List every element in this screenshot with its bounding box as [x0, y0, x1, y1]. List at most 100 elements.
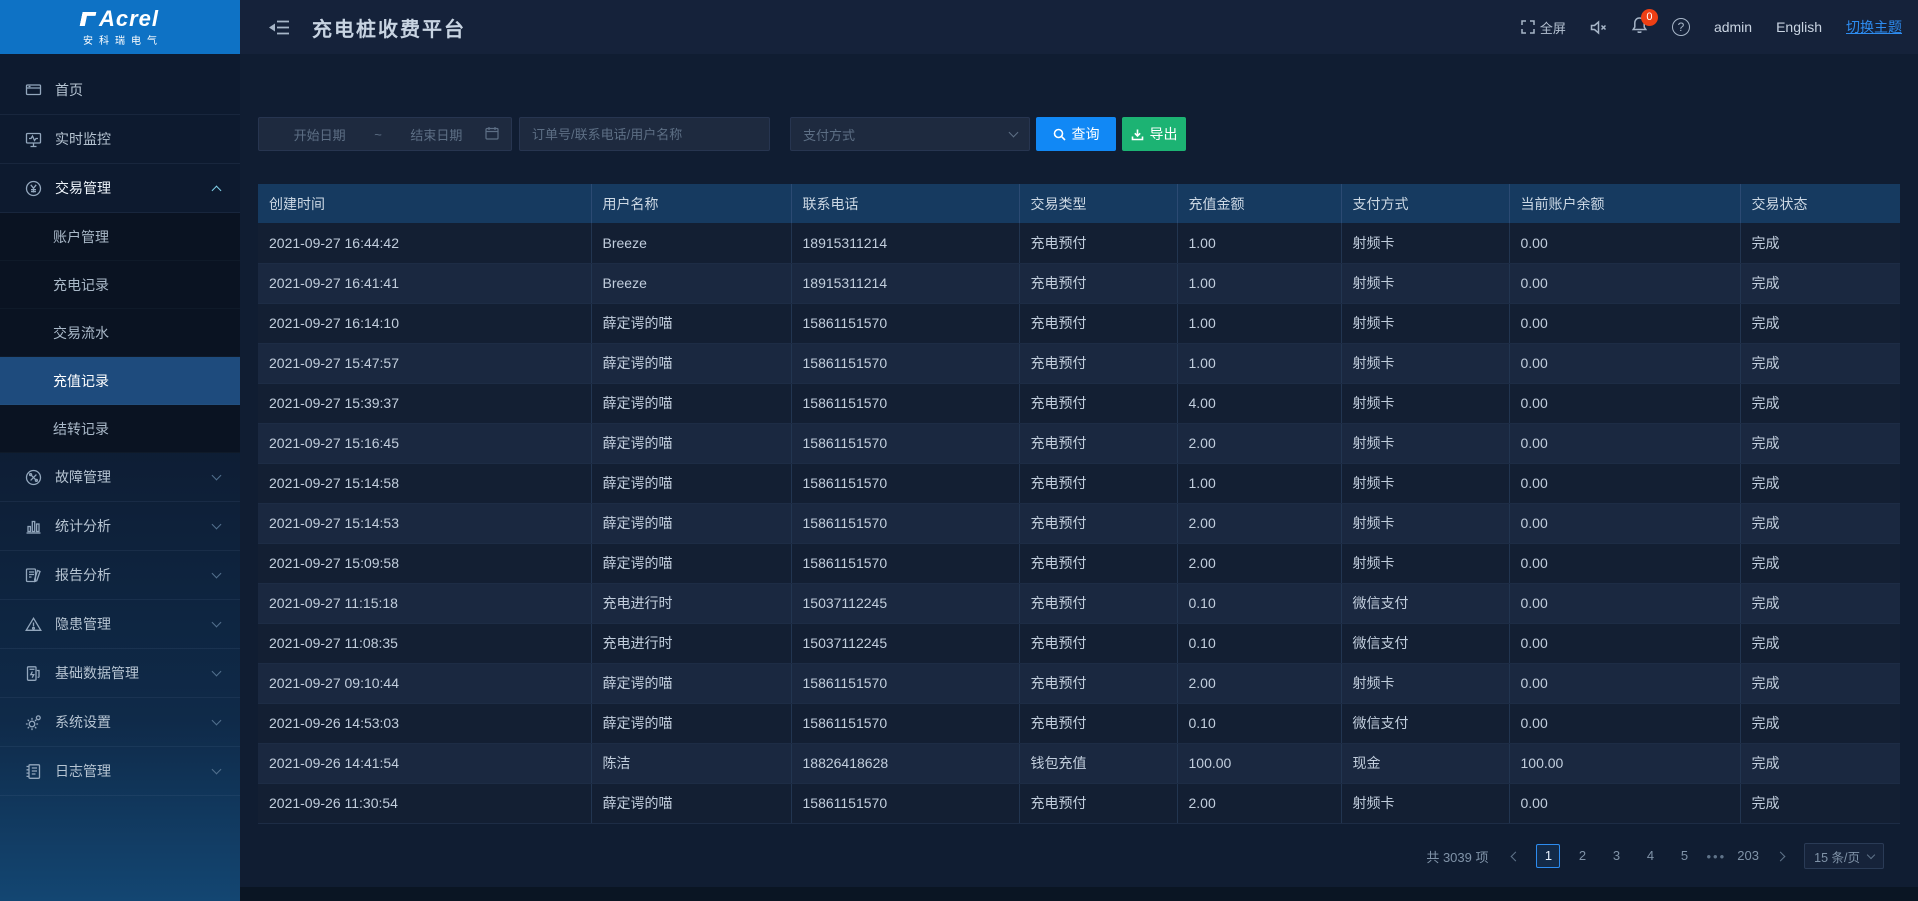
table-row[interactable]: 2021-09-27 16:14:10薛定谔的喵15861151570充电预付1… — [258, 303, 1900, 343]
cell-trade-type: 充电预付 — [1019, 783, 1177, 823]
column-header-trade-type: 交易类型 — [1019, 184, 1177, 223]
chevron-down-icon — [212, 470, 222, 480]
sidebar-subitem-account-management[interactable]: 账户管理 — [0, 213, 240, 261]
column-header-user-name: 用户名称 — [591, 184, 791, 223]
sidebar-collapse-icon[interactable] — [268, 19, 290, 36]
cell-user-name: 充电进行时 — [591, 583, 791, 623]
table-row[interactable]: 2021-09-26 14:41:54陈洁18826418628钱包充值100.… — [258, 743, 1900, 783]
table-row[interactable]: 2021-09-27 16:41:41Breeze18915311214充电预付… — [258, 263, 1900, 303]
search-icon — [1053, 128, 1066, 141]
stats-icon — [24, 517, 42, 535]
sidebar-item-label: 统计分析 — [55, 516, 111, 536]
fullscreen-button[interactable]: 全屏 — [1521, 18, 1566, 37]
page-number-2[interactable]: 2 — [1570, 844, 1594, 868]
table-row[interactable]: 2021-09-27 11:15:18充电进行时15037112245充电预付0… — [258, 583, 1900, 623]
acrel-logo-icon — [79, 12, 96, 26]
cell-create-time: 2021-09-26 14:41:54 — [258, 743, 591, 783]
cell-trade-type: 充电预付 — [1019, 303, 1177, 343]
table-row[interactable]: 2021-09-27 15:14:53薛定谔的喵15861151570充电预付2… — [258, 503, 1900, 543]
sidebar-item-label: 实时监控 — [55, 129, 111, 149]
cell-create-time: 2021-09-27 16:41:41 — [258, 263, 591, 303]
cell-create-time: 2021-09-27 15:14:58 — [258, 463, 591, 503]
date-separator: ~ — [368, 127, 388, 142]
sidebar-item-report-analysis[interactable]: 报告分析 — [0, 551, 240, 600]
cell-pay-method: 微信支付 — [1341, 623, 1509, 663]
fault-icon — [24, 468, 42, 486]
theme-switch-link[interactable]: 切换主题 — [1846, 17, 1902, 37]
date-start-placeholder[interactable]: 开始日期 — [271, 125, 368, 144]
notifications-button[interactable]: 0 — [1631, 16, 1648, 39]
pagination: 共 3039 项 12345•••203 15 条/页 — [1426, 840, 1884, 872]
next-page-button[interactable] — [1770, 844, 1794, 868]
sidebar-subitem-trade-flow[interactable]: 交易流水 — [0, 309, 240, 357]
page-number-203[interactable]: 203 — [1736, 844, 1760, 868]
sidebar-item-label: 交易管理 — [55, 178, 111, 198]
chevron-down-icon — [212, 617, 222, 627]
table-row[interactable]: 2021-09-26 14:53:03薛定谔的喵15861151570充电预付0… — [258, 703, 1900, 743]
page-number-1[interactable]: 1 — [1536, 844, 1560, 868]
sidebar-subitem-charge-records[interactable]: 充电记录 — [0, 261, 240, 309]
cell-trade-type: 充电预付 — [1019, 463, 1177, 503]
cell-pay-method: 射频卡 — [1341, 303, 1509, 343]
page-size-select[interactable]: 15 条/页 — [1804, 843, 1884, 869]
cell-trade-type: 充电预付 — [1019, 383, 1177, 423]
cell-phone: 15037112245 — [791, 583, 1019, 623]
column-header-pay-method: 支付方式 — [1341, 184, 1509, 223]
sidebar-item-fault-management[interactable]: 故障管理 — [0, 453, 240, 502]
date-end-placeholder[interactable]: 结束日期 — [388, 125, 485, 144]
table-row[interactable]: 2021-09-27 15:39:37薛定谔的喵15861151570充电预付4… — [258, 383, 1900, 423]
cell-user-name: 薛定谔的喵 — [591, 543, 791, 583]
table-row[interactable]: 2021-09-27 16:44:42Breeze18915311214充电预付… — [258, 223, 1900, 263]
payment-method-select[interactable]: 支付方式 — [790, 117, 1030, 151]
help-button[interactable]: ? — [1672, 18, 1690, 36]
sidebar-subitem-carryover-records[interactable]: 结转记录 — [0, 405, 240, 453]
prev-page-button[interactable] — [1502, 844, 1526, 868]
table-row[interactable]: 2021-09-27 15:14:58薛定谔的喵15861151570充电预付1… — [258, 463, 1900, 503]
column-header-trade-status: 交易状态 — [1740, 184, 1900, 223]
cell-pay-method: 微信支付 — [1341, 703, 1509, 743]
mute-button[interactable] — [1590, 20, 1607, 35]
page-number-5[interactable]: 5 — [1672, 844, 1696, 868]
table-row[interactable]: 2021-09-27 15:09:58薛定谔的喵15861151570充电预付2… — [258, 543, 1900, 583]
user-menu[interactable]: admin — [1714, 19, 1752, 35]
sidebar-item-basic-data-management[interactable]: 基础数据管理 — [0, 649, 240, 698]
sidebar-item-realtime-monitor[interactable]: 实时监控 — [0, 115, 240, 164]
sidebar-item-hazard-management[interactable]: 隐患管理 — [0, 600, 240, 649]
sidebar-subitem-recharge-records[interactable]: 充值记录 — [0, 357, 240, 405]
cell-trade-type: 钱包充值 — [1019, 743, 1177, 783]
chevron-down-icon — [212, 568, 222, 578]
page-ellipsis[interactable]: ••• — [1706, 849, 1726, 864]
cell-pay-method: 射频卡 — [1341, 343, 1509, 383]
table-row[interactable]: 2021-09-27 09:10:44薛定谔的喵15861151570充电预付2… — [258, 663, 1900, 703]
sidebar-item-label: 首页 — [55, 80, 83, 100]
cell-create-time: 2021-09-27 15:09:58 — [258, 543, 591, 583]
sidebar-item-home[interactable]: 首页 — [0, 66, 240, 115]
export-button[interactable]: 导出 — [1122, 117, 1186, 151]
keyword-search-field — [519, 117, 770, 151]
cell-current-balance: 0.00 — [1509, 223, 1740, 263]
keyword-search-input[interactable] — [520, 118, 769, 150]
cell-recharge-amount: 1.00 — [1177, 263, 1341, 303]
cell-pay-method: 射频卡 — [1341, 423, 1509, 463]
page-number-3[interactable]: 3 — [1604, 844, 1628, 868]
query-button[interactable]: 查询 — [1036, 117, 1116, 151]
sidebar-item-statistics-analysis[interactable]: 统计分析 — [0, 502, 240, 551]
table-row[interactable]: 2021-09-26 11:30:54薛定谔的喵15861151570充电预付2… — [258, 783, 1900, 823]
date-range-picker[interactable]: 开始日期 ~ 结束日期 — [258, 117, 512, 151]
chevron-left-icon — [1511, 851, 1521, 861]
sidebar-item-system-settings[interactable]: 系统设置 — [0, 698, 240, 747]
cell-recharge-amount: 100.00 — [1177, 743, 1341, 783]
cell-recharge-amount: 0.10 — [1177, 623, 1341, 663]
sidebar-item-label: 日志管理 — [55, 761, 111, 781]
cell-trade-status: 完成 — [1740, 263, 1900, 303]
table-row[interactable]: 2021-09-27 11:08:35充电进行时15037112245充电预付0… — [258, 623, 1900, 663]
warning-icon — [24, 615, 42, 633]
cell-create-time: 2021-09-26 11:30:54 — [258, 783, 591, 823]
table-row[interactable]: 2021-09-27 15:16:45薛定谔的喵15861151570充电预付2… — [258, 423, 1900, 463]
page-number-4[interactable]: 4 — [1638, 844, 1662, 868]
language-switch[interactable]: English — [1776, 19, 1822, 35]
sidebar-item-log-management[interactable]: 日志管理 — [0, 747, 240, 796]
sidebar-item-trade-management[interactable]: 交易管理 — [0, 164, 240, 213]
table-row[interactable]: 2021-09-27 15:47:57薛定谔的喵15861151570充电预付1… — [258, 343, 1900, 383]
submenu-trade-management: 账户管理充电记录交易流水充值记录结转记录 — [0, 213, 240, 453]
